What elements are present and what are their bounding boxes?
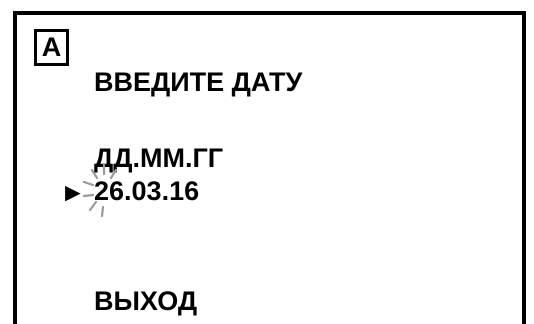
mode-badge: A <box>34 29 69 66</box>
screen-title: ВВЕДИТЕ ДАТУ <box>94 67 303 97</box>
lcd-screen: A ВВЕДИТЕ ДАТУ ДД.ММ.ГГ ► 26.03.16 ВЫХОД <box>0 0 534 324</box>
frame-right-border <box>522 11 526 324</box>
frame-top-border <box>13 11 526 15</box>
triangle-right-icon: ► <box>60 177 86 207</box>
frame-left-border <box>13 11 17 324</box>
date-value-field[interactable]: 26.03.16 <box>94 176 199 206</box>
exit-menu-item[interactable]: ВЫХОД <box>94 286 197 316</box>
